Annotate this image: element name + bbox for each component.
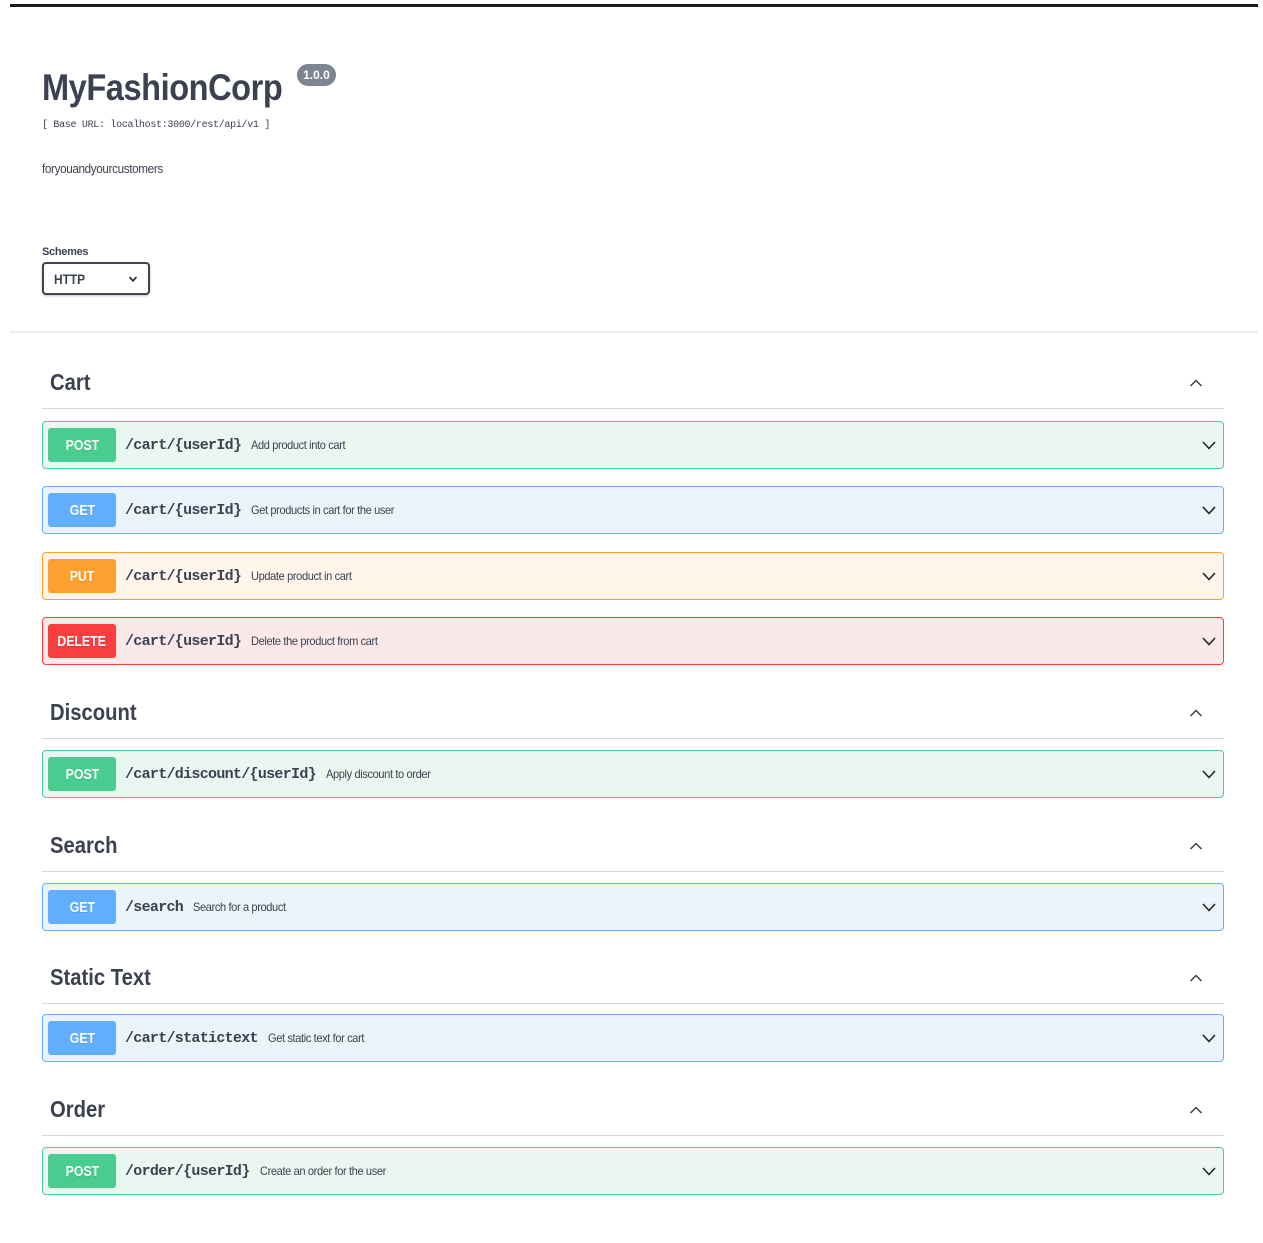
title-row: MyFashionCorp 1.0.0 <box>42 62 742 114</box>
operation-path: /cart/{userId} <box>125 632 242 650</box>
operation-summary: Create an order for the user <box>259 1164 386 1178</box>
operation-path: /cart/discount/{userId} <box>125 765 317 783</box>
operation-summary: Update product in cart <box>251 569 352 583</box>
tag-name: Search <box>50 832 118 858</box>
schemes-label: Schemes <box>42 246 89 258</box>
chevron-down-icon <box>1202 572 1216 581</box>
operation-post-cart[interactable]: POST /cart/{userId} Add product into car… <box>42 421 1224 469</box>
chevron-down-icon <box>1202 1034 1216 1043</box>
operation-path: /cart/{userId} <box>125 567 242 585</box>
method-badge: POST <box>48 1154 116 1188</box>
schemes-selected-value: HTTP <box>54 270 86 287</box>
tag-header-cart[interactable]: Cart <box>42 357 1224 409</box>
chevron-down-icon <box>1202 637 1216 646</box>
method-badge: GET <box>48 493 116 527</box>
chevron-up-icon <box>1189 708 1203 717</box>
operation-path: /cart/{userId} <box>125 501 242 519</box>
version-badge: 1.0.0 <box>297 64 336 86</box>
api-description: foryouandyourcustomers <box>42 161 163 176</box>
operation-post-discount[interactable]: POST /cart/discount/{userId} Apply disco… <box>42 750 1224 798</box>
operation-summary: Apply discount to order <box>325 767 431 781</box>
operation-delete-cart[interactable]: DELETE /cart/{userId} Delete the product… <box>42 617 1224 665</box>
tag-discount: Discount POST /cart/discount/{userId} Ap… <box>42 687 1224 798</box>
schemes-select[interactable]: HTTP <box>42 262 150 295</box>
tag-header-static-text[interactable]: Static Text <box>42 952 1224 1004</box>
method-badge: POST <box>48 757 116 791</box>
chevron-up-icon <box>1189 378 1203 387</box>
chevron-down-icon <box>128 275 138 282</box>
api-title: MyFashionCorp <box>42 67 283 108</box>
base-url: [ Base URL: localhost:3000/rest/api/v1 ] <box>42 120 271 131</box>
chevron-down-icon <box>1202 903 1216 912</box>
chevron-up-icon <box>1189 1105 1203 1114</box>
operation-get-cart[interactable]: GET /cart/{userId} Get products in cart … <box>42 486 1224 534</box>
method-badge: GET <box>48 890 116 924</box>
operation-path: /search <box>125 898 184 916</box>
top-rule <box>10 4 1258 7</box>
tag-static-text: Static Text GET /cart/statictext Get sta… <box>42 952 1224 1062</box>
tag-name: Cart <box>50 369 91 395</box>
api-info: MyFashionCorp 1.0.0 [ Base URL: localhos… <box>42 62 742 176</box>
operation-path: /order/{userId} <box>125 1162 250 1180</box>
tag-search: Search GET /search Search for a product <box>42 820 1224 931</box>
schemes-section: Schemes HTTP <box>42 246 150 295</box>
tag-name: Order <box>50 1096 106 1122</box>
tag-cart: Cart POST /cart/{userId} Add product int… <box>42 357 1224 665</box>
chevron-down-icon <box>1202 441 1216 450</box>
operation-summary: Delete the product from cart <box>251 634 378 648</box>
operation-get-search[interactable]: GET /search Search for a product <box>42 883 1224 931</box>
operation-summary: Get static text for cart <box>267 1031 364 1045</box>
operation-summary: Get products in cart for the user <box>251 503 395 517</box>
operation-post-order[interactable]: POST /order/{userId} Create an order for… <box>42 1147 1224 1195</box>
tag-name: Discount <box>50 699 137 725</box>
tag-header-discount[interactable]: Discount <box>42 687 1224 739</box>
tag-header-search[interactable]: Search <box>42 820 1224 872</box>
tag-header-order[interactable]: Order <box>42 1084 1224 1136</box>
section-divider <box>10 331 1258 333</box>
tag-order: Order POST /order/{userId} Create an ord… <box>42 1084 1224 1195</box>
chevron-down-icon <box>1202 506 1216 515</box>
chevron-up-icon <box>1189 973 1203 982</box>
chevron-up-icon <box>1189 841 1203 850</box>
method-badge: DELETE <box>48 624 116 658</box>
operation-path: /cart/statictext <box>125 1029 259 1047</box>
method-badge: GET <box>48 1021 116 1055</box>
operation-get-statictext[interactable]: GET /cart/statictext Get static text for… <box>42 1014 1224 1062</box>
operation-path: /cart/{userId} <box>125 436 242 454</box>
operation-summary: Search for a product <box>193 900 286 914</box>
operation-summary: Add product into cart <box>251 438 346 452</box>
method-badge: POST <box>48 428 116 462</box>
operation-put-cart[interactable]: PUT /cart/{userId} Update product in car… <box>42 552 1224 600</box>
method-badge: PUT <box>48 559 116 593</box>
chevron-down-icon <box>1202 1167 1216 1176</box>
chevron-down-icon <box>1202 770 1216 779</box>
tag-name: Static Text <box>50 964 151 990</box>
